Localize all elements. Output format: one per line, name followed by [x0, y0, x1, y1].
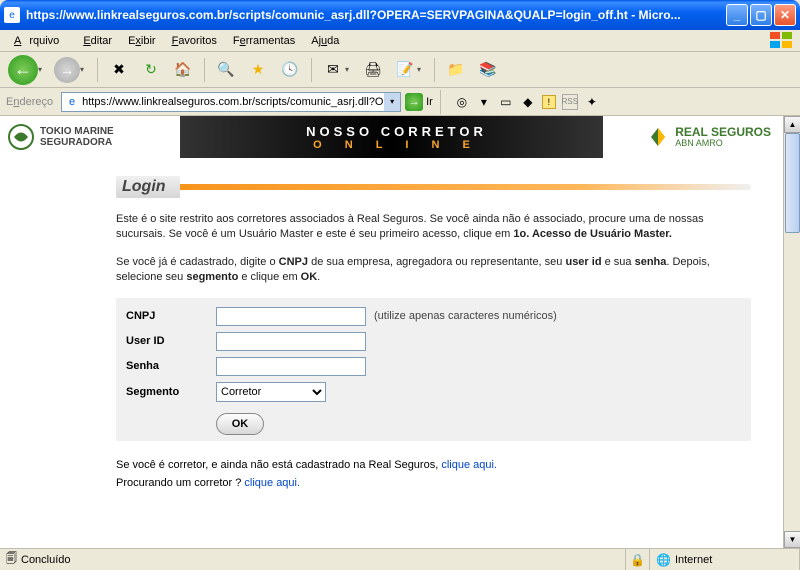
cnpj-input[interactable]	[216, 307, 366, 326]
favorites-button[interactable]: ★	[244, 56, 272, 84]
address-bar: Endereço e ▾ → Ir ◎ ▾ ▭ ◆ ! RSS ✦	[0, 88, 800, 116]
window-titlebar: e https://www.linkrealseguros.com.br/scr…	[0, 0, 800, 30]
senha-input[interactable]	[216, 357, 366, 376]
globe-icon: 🌐	[656, 553, 671, 567]
cnpj-label: CNPJ	[126, 310, 216, 322]
close-button[interactable]: ✕	[774, 4, 796, 26]
mail-button[interactable]: ✉▾	[319, 56, 355, 84]
scroll-down-button[interactable]: ▼	[784, 531, 800, 548]
ext-icon-2[interactable]: ▾	[476, 94, 492, 110]
login-form: CNPJ (utilize apenas caracteres numérico…	[116, 298, 751, 441]
ext-icon-5[interactable]: !	[542, 95, 556, 109]
scroll-up-button[interactable]: ▲	[784, 116, 800, 133]
back-button[interactable]: ←▾	[6, 53, 48, 87]
segmento-select[interactable]: Corretor	[216, 382, 326, 402]
address-dropdown[interactable]: ▾	[384, 93, 400, 111]
banner-title: NOSSO CORRETOR O N L I N E	[180, 124, 613, 151]
login-header: Login	[116, 176, 751, 198]
userid-label: User ID	[126, 335, 216, 347]
logo-tokio-marine: TOKIO MARINESEGURADORA	[0, 124, 180, 150]
status-text: Concluído	[21, 554, 71, 566]
tokio-marine-icon	[8, 124, 34, 150]
ok-button[interactable]: OK	[216, 413, 264, 435]
edit-button[interactable]: 📝▾	[391, 56, 427, 84]
find-broker-link[interactable]: clique aqui.	[244, 477, 300, 489]
lock-icon: 🔒	[630, 553, 645, 567]
menu-bar: Arquivo Editar Exibir Favoritos Ferramen…	[0, 30, 800, 52]
status-bar: 🗐 Concluído 🔒 🌐 Internet	[0, 548, 800, 570]
ext-icon-7[interactable]: ✦	[584, 94, 600, 110]
minimize-button[interactable]: _	[726, 4, 748, 26]
menu-ferramentas[interactable]: Ferramentas	[225, 33, 303, 49]
go-button[interactable]: → Ir	[405, 93, 433, 111]
logo-real-seguros: REAL SEGUROSABN AMRO	[613, 126, 783, 148]
ie-icon: e	[4, 7, 20, 23]
ext-icon-1[interactable]: ◎	[454, 94, 470, 110]
ext-icon-4[interactable]: ◆	[520, 94, 536, 110]
address-input[interactable]	[82, 96, 384, 108]
footer-links: Se você é corretor, e ainda não está cad…	[116, 459, 751, 489]
content-area: TOKIO MARINESEGURADORA NOSSO CORRETOR O …	[0, 116, 800, 548]
address-input-wrap: e ▾	[61, 92, 401, 112]
vertical-scrollbar[interactable]: ▲ ▼	[783, 116, 800, 548]
search-button[interactable]: 🔍	[212, 56, 240, 84]
menu-exibir[interactable]: Exibir	[120, 33, 164, 49]
userid-input[interactable]	[216, 332, 366, 351]
cnpj-hint: (utilize apenas caracteres numéricos)	[374, 310, 557, 322]
toolbar: ←▾ →▾ ✖ ↻ 🏠 🔍 ★ 🕓 ✉▾ 🖨 📝▾ 📁 📚	[0, 52, 800, 88]
history-button[interactable]: 🕓	[276, 56, 304, 84]
menu-favoritos[interactable]: Favoritos	[164, 33, 225, 49]
address-label: Endereço	[6, 96, 53, 108]
intro-text: Este é o site restrito aos corretores as…	[116, 212, 751, 286]
scroll-thumb[interactable]	[785, 133, 800, 233]
menu-ajuda[interactable]: Ajuda	[303, 33, 347, 49]
menu-editar[interactable]: Editar	[75, 33, 120, 49]
window-title: https://www.linkrealseguros.com.br/scrip…	[26, 8, 726, 22]
ext-icon-rss[interactable]: RSS	[562, 94, 578, 110]
segmento-label: Segmento	[126, 386, 216, 398]
windows-flag-icon	[770, 32, 794, 50]
forward-button[interactable]: →▾	[52, 55, 90, 85]
refresh-button[interactable]: ↻	[137, 56, 165, 84]
ext-icon-3[interactable]: ▭	[498, 94, 514, 110]
zone-text: Internet	[675, 554, 712, 566]
real-seguros-icon	[647, 126, 669, 148]
stop-button[interactable]: ✖	[105, 56, 133, 84]
print-button[interactable]: 🖨	[359, 56, 387, 84]
senha-label: Senha	[126, 360, 216, 372]
page-icon: e	[64, 94, 80, 110]
home-button[interactable]: 🏠	[169, 56, 197, 84]
folder-button[interactable]: 📁	[442, 56, 470, 84]
research-button[interactable]: 📚	[474, 56, 502, 84]
page-title: Login	[116, 176, 180, 198]
menu-arquivo[interactable]: Arquivo	[6, 33, 75, 49]
page-doc-icon: 🗐	[6, 550, 17, 569]
register-link[interactable]: clique aqui.	[441, 459, 497, 471]
maximize-button[interactable]: ▢	[750, 4, 772, 26]
header-accent-bar	[180, 184, 751, 190]
site-banner: TOKIO MARINESEGURADORA NOSSO CORRETOR O …	[0, 116, 783, 158]
